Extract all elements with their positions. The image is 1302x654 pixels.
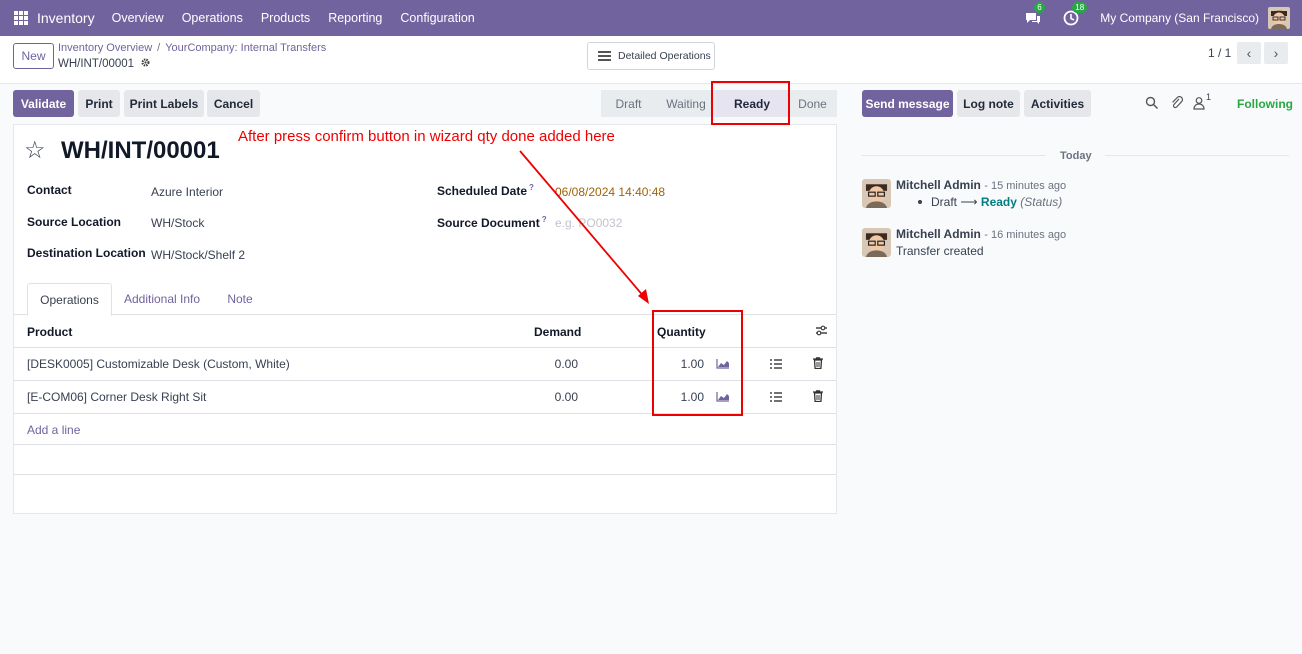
row-demand[interactable]: 0.00	[514, 357, 578, 371]
scheduled-date-label: Scheduled Date?	[437, 183, 534, 198]
stage-waiting[interactable]: Waiting	[656, 90, 716, 117]
company-switcher[interactable]: My Company (San Francisco)	[1100, 11, 1259, 25]
tracking-arrow: ⟶	[960, 195, 978, 209]
breadcrumb: Inventory Overview / YourCompany: Internal…	[58, 42, 326, 54]
breadcrumb-internal-transfers[interactable]: YourCompany: Internal Transfers	[165, 42, 326, 54]
pager-next-icon[interactable]: ›	[1264, 42, 1288, 64]
date-separator: Today	[1060, 150, 1092, 162]
bullet-icon	[918, 199, 922, 204]
row-product[interactable]: [DESK0005] Customizable Desk (Custom, Wh…	[27, 357, 290, 371]
current-record: WH/INT/00001	[58, 57, 151, 71]
message-author: Mitchell Admin - 16 minutes ago	[896, 227, 1066, 241]
new-button[interactable]: New	[13, 43, 54, 69]
column-product[interactable]: Product	[27, 325, 72, 339]
star-icon[interactable]: ☆	[24, 139, 46, 163]
tab-note[interactable]: Note	[216, 283, 264, 315]
destination-location-label: Destination Location	[27, 246, 146, 260]
destination-location-field[interactable]: WH/Stock/Shelf 2	[151, 248, 245, 262]
user-avatar[interactable]	[1268, 7, 1290, 29]
print-labels-button[interactable]: Print Labels	[124, 90, 204, 117]
current-record-name: WH/INT/00001	[58, 58, 135, 70]
row-product[interactable]: [E-COM06] Corner Desk Right Sit	[27, 390, 206, 404]
scheduled-date-help-icon[interactable]: ?	[529, 183, 534, 192]
app-grid-icon[interactable]	[14, 11, 28, 25]
tab-additional-info[interactable]: Additional Info	[116, 283, 208, 315]
source-document-help-icon[interactable]: ?	[542, 215, 547, 224]
detailed-operations-label: Detailed Operations	[618, 50, 711, 62]
record-title: WH/INT/00001	[61, 137, 220, 164]
scheduled-date-field[interactable]: 06/08/2024 14:40:48	[555, 185, 665, 199]
annotation-box-status	[711, 81, 790, 125]
source-location-field[interactable]: WH/Stock	[151, 216, 204, 230]
messages-icon[interactable]: 6	[1024, 2, 1045, 27]
app-name[interactable]: Inventory	[37, 10, 95, 26]
paperclip-icon[interactable]	[1170, 96, 1184, 113]
empty-row	[14, 445, 836, 475]
message-time: - 15 minutes ago	[984, 180, 1067, 192]
pager-previous-icon[interactable]: ‹	[1237, 42, 1261, 64]
activities-button[interactable]: Activities	[1024, 90, 1091, 117]
activities-clock-icon[interactable]: 18	[1062, 2, 1088, 27]
stage-draft[interactable]: Draft	[601, 90, 656, 117]
message-body: Transfer created	[896, 244, 984, 258]
pager-value[interactable]: 1 / 1	[1208, 46, 1231, 60]
contact-label: Contact	[27, 183, 72, 197]
menu-operations[interactable]: Operations	[182, 11, 243, 25]
details-list-icon[interactable]	[770, 358, 782, 372]
menu-reporting[interactable]: Reporting	[328, 11, 382, 25]
followers-count: 1	[1206, 92, 1212, 102]
breadcrumb-separator: /	[157, 42, 161, 54]
author-avatar[interactable]	[862, 228, 891, 257]
column-demand[interactable]: Demand	[534, 325, 581, 339]
tracking-value: Draft ⟶ Ready (Status)	[912, 195, 1062, 209]
print-button[interactable]: Print	[78, 90, 120, 117]
add-line-link[interactable]: Add a line	[27, 423, 80, 437]
cancel-button[interactable]: Cancel	[207, 90, 260, 117]
source-document-field[interactable]: e.g. PO0032	[555, 216, 622, 230]
add-line-row: Add a line	[14, 414, 836, 445]
row-demand[interactable]: 0.00	[514, 390, 578, 404]
breadcrumb-inventory-overview[interactable]: Inventory Overview	[58, 42, 152, 54]
source-document-label: Source Document?	[437, 215, 547, 230]
control-panel: New Inventory Overview / YourCompany: Inte…	[0, 36, 1302, 84]
log-note-button[interactable]: Log note	[957, 90, 1020, 117]
detailed-operations-button[interactable]: Detailed Operations	[587, 42, 715, 70]
tracking-to: Ready	[980, 195, 1017, 209]
menu-configuration[interactable]: Configuration	[400, 11, 474, 25]
source-location-label: Source Location	[27, 215, 122, 229]
scheduled-date-label-text: Scheduled Date	[437, 184, 528, 198]
list-icon	[598, 49, 611, 63]
delete-trash-icon[interactable]	[813, 357, 823, 372]
send-message-button[interactable]: Send message	[862, 90, 953, 117]
tab-operations[interactable]: Operations	[27, 283, 112, 316]
followers-icon[interactable]	[1193, 96, 1205, 113]
author-name[interactable]: Mitchell Admin	[896, 178, 981, 192]
stage-done[interactable]: Done	[788, 90, 837, 117]
top-navbar: Inventory Overview Operations Products R…	[0, 0, 1302, 36]
contact-field[interactable]: Azure Interior	[151, 185, 223, 199]
message-time: - 16 minutes ago	[984, 229, 1067, 241]
menu-products[interactable]: Products	[261, 11, 310, 25]
messages-badge: 6	[1034, 2, 1045, 13]
annotation-box-quantity	[652, 310, 743, 416]
source-document-label-text: Source Document	[437, 216, 540, 230]
gear-icon[interactable]	[140, 57, 151, 71]
activities-badge: 18	[1072, 2, 1088, 13]
tracking-field: (Status)	[1020, 195, 1063, 209]
author-avatar[interactable]	[862, 179, 891, 208]
delete-trash-icon[interactable]	[813, 390, 823, 405]
menu-overview[interactable]: Overview	[112, 11, 164, 25]
following-button[interactable]: Following	[1237, 97, 1293, 111]
validate-button[interactable]: Validate	[13, 90, 74, 117]
annotation-text: After press confirm button in wizard qty…	[238, 128, 615, 145]
search-icon[interactable]	[1145, 96, 1159, 113]
author-name[interactable]: Mitchell Admin	[896, 227, 981, 241]
message-author: Mitchell Admin - 15 minutes ago	[896, 178, 1066, 192]
details-list-icon[interactable]	[770, 391, 782, 405]
optional-columns-icon[interactable]	[815, 324, 828, 340]
tracking-from: Draft	[931, 195, 958, 209]
